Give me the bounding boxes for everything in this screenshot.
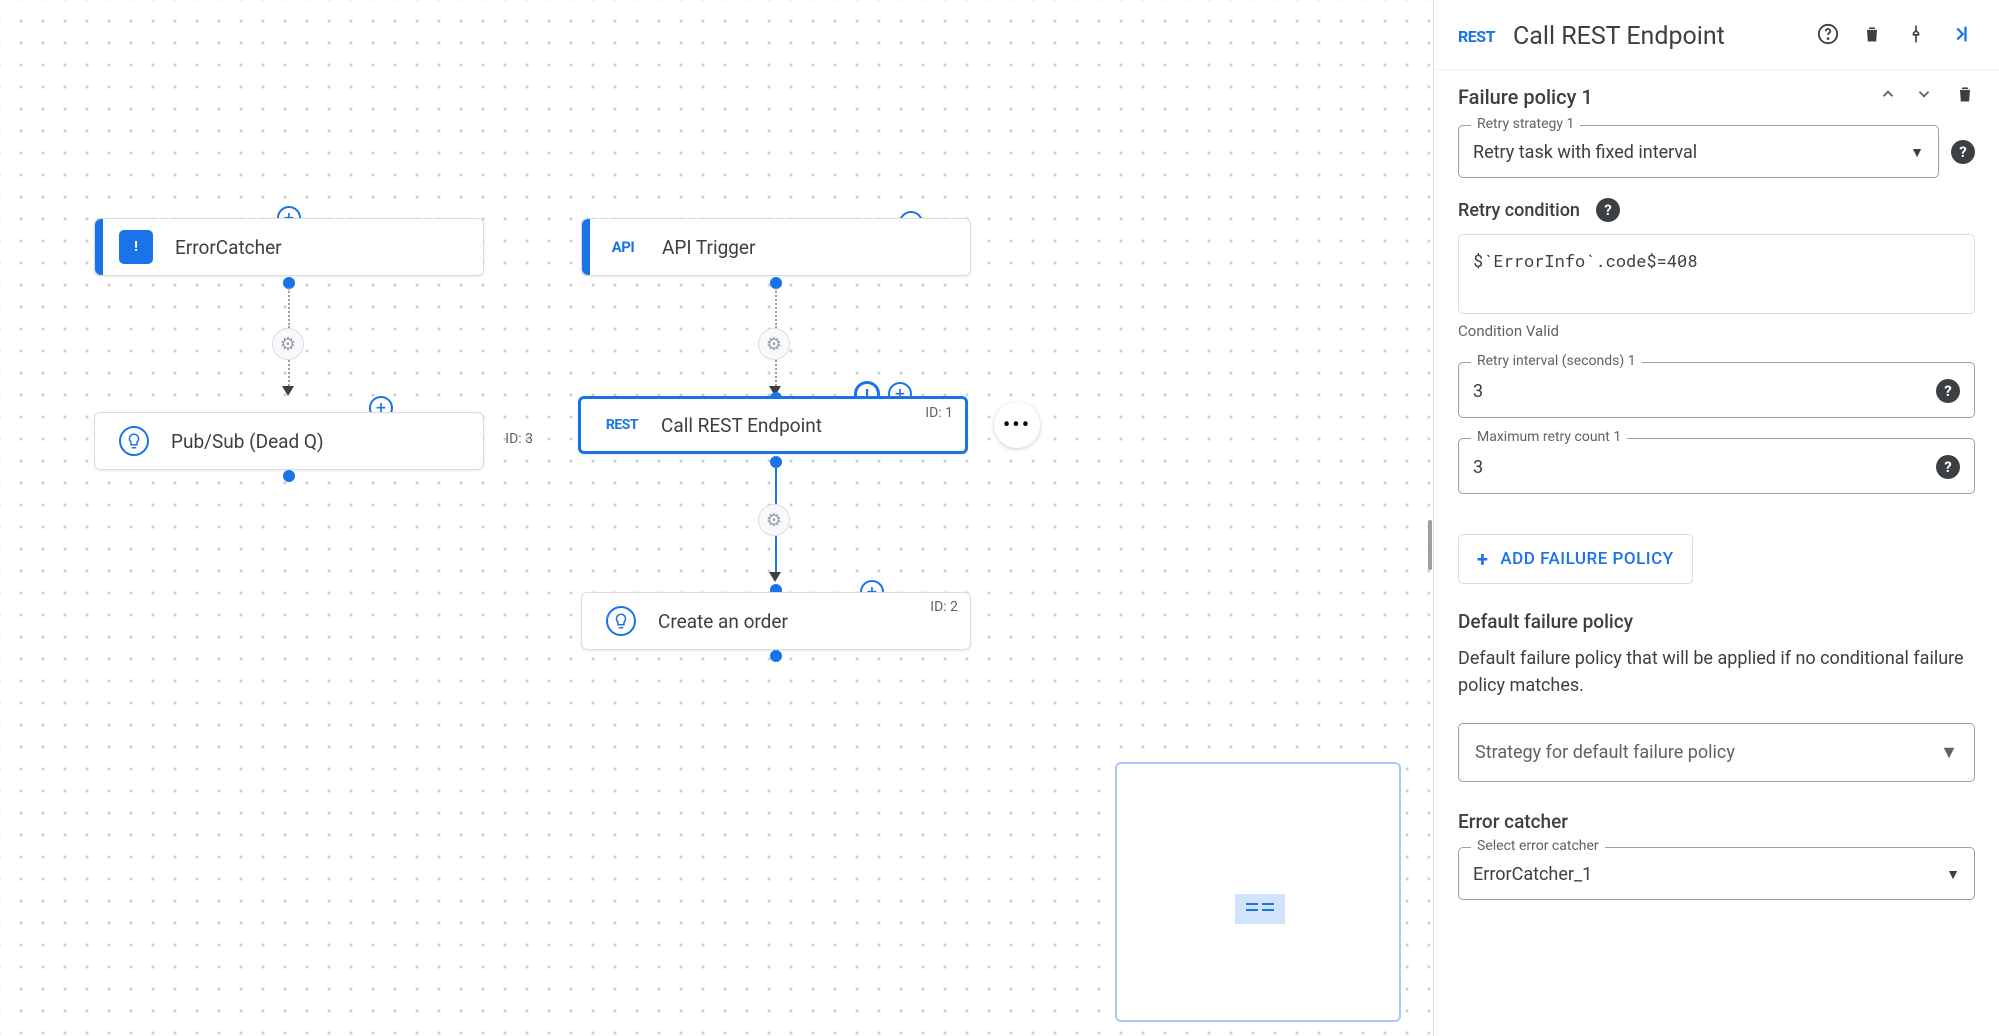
node-label: API Trigger (662, 236, 755, 259)
field-value: 3 (1473, 381, 1936, 402)
minimap[interactable] (1115, 762, 1401, 1022)
arrowhead-icon (282, 386, 294, 396)
node-errorcatcher[interactable]: ! ErrorCatcher (94, 218, 484, 276)
connector-line (775, 536, 777, 572)
retry-strategy-select[interactable]: Retry strategy 1 Retry task with fixed i… (1458, 125, 1939, 178)
help-icon[interactable] (1813, 23, 1843, 50)
field-value: ErrorCatcher_1 (1473, 864, 1946, 885)
node-label: Create an order (658, 610, 788, 633)
error-icon: ! (119, 230, 153, 264)
help-icon[interactable]: ? (1936, 455, 1960, 479)
add-failure-policy-button[interactable]: + ADD FAILURE POLICY (1458, 534, 1693, 584)
connector-line (288, 360, 290, 386)
rest-icon: REST (605, 408, 639, 442)
plus-icon: + (1477, 547, 1488, 571)
panel-header: REST Call REST Endpoint (1434, 0, 1999, 70)
dropdown-icon: ▼ (1910, 144, 1924, 161)
default-policy-heading: Default failure policy (1458, 610, 1975, 633)
delete-icon[interactable] (1857, 24, 1887, 49)
edge-settings-icon[interactable]: ⚙ (758, 328, 790, 360)
collapse-icon[interactable] (1945, 23, 1975, 50)
help-icon[interactable]: ? (1596, 198, 1620, 222)
node-id: ID: 3 (505, 431, 533, 447)
retry-interval-input[interactable]: Retry interval (seconds) 1 3 ? (1458, 362, 1975, 418)
flow-canvas[interactable]: + ! ErrorCatcher ⚙ + Pub/Sub (Dead Q) ID… (0, 0, 1430, 1036)
api-icon: API (606, 230, 640, 264)
field-label: Maximum retry count 1 (1471, 429, 1627, 445)
lightbulb-icon (119, 426, 149, 456)
rest-badge: REST (1458, 27, 1495, 46)
panel-body: Failure policy 1 Retry strategy 1 Retry … (1434, 70, 1999, 934)
move-up-icon[interactable] (1879, 85, 1897, 108)
retry-condition-label: Retry condition ? (1458, 198, 1975, 222)
connector-line (775, 466, 777, 504)
connector-dot (770, 650, 782, 662)
help-icon[interactable]: ? (1936, 379, 1960, 403)
condition-hint: Condition Valid (1458, 322, 1975, 340)
max-retry-input[interactable]: Maximum retry count 1 3 ? (1458, 438, 1975, 494)
default-policy-desc: Default failure policy that will be appl… (1458, 645, 1975, 699)
node-createorder[interactable]: Create an order ID: 2 (581, 592, 971, 650)
minimap-icon (1235, 894, 1285, 924)
failure-policy-header: Failure policy 1 (1458, 84, 1975, 109)
node-apitrigger[interactable]: API API Trigger (581, 218, 971, 276)
connector-dot (283, 470, 295, 482)
node-label: Pub/Sub (Dead Q) (171, 430, 324, 453)
select-placeholder: Strategy for default failure policy (1475, 742, 1940, 763)
pin-icon[interactable] (1901, 24, 1931, 49)
field-value: 3 (1473, 457, 1936, 478)
connector-line (288, 288, 290, 328)
retry-condition-input[interactable]: $`ErrorInfo`.code$=408 (1458, 234, 1975, 314)
arrowhead-icon (769, 572, 781, 582)
more-button[interactable]: ••• (994, 402, 1040, 448)
connector-line (775, 288, 777, 328)
field-value: Retry task with fixed interval (1473, 142, 1910, 163)
node-label: ErrorCatcher (175, 236, 282, 259)
node-id: ID: 1 (925, 405, 953, 421)
node-id: ID: 2 (930, 599, 958, 615)
edge-settings-icon[interactable]: ⚙ (272, 328, 304, 360)
side-panel: REST Call REST Endpoint Failure policy 1 (1433, 0, 1999, 1036)
field-label: Select error catcher (1471, 838, 1605, 854)
connector-line (775, 360, 777, 386)
field-label: Retry interval (seconds) 1 (1471, 353, 1642, 369)
lightbulb-icon (606, 606, 636, 636)
field-label: Retry strategy 1 (1471, 116, 1580, 132)
default-strategy-select[interactable]: Strategy for default failure policy ▼ (1458, 723, 1975, 782)
help-icon[interactable]: ? (1951, 140, 1975, 164)
resize-handle[interactable] (1428, 520, 1432, 570)
node-pubsub[interactable]: Pub/Sub (Dead Q) ID: 3 (94, 412, 484, 470)
dropdown-icon: ▼ (1946, 866, 1960, 883)
node-label: Call REST Endpoint (661, 414, 822, 437)
node-callrest[interactable]: REST Call REST Endpoint ID: 1 (578, 396, 968, 454)
move-down-icon[interactable] (1915, 85, 1933, 108)
error-catcher-select[interactable]: Select error catcher ErrorCatcher_1 ▼ (1458, 847, 1975, 900)
section-title: Failure policy 1 (1458, 85, 1861, 109)
error-catcher-heading: Error catcher (1458, 810, 1975, 833)
panel-title: Call REST Endpoint (1513, 22, 1799, 51)
edge-settings-icon[interactable]: ⚙ (758, 504, 790, 536)
dropdown-icon: ▼ (1940, 742, 1958, 763)
delete-policy-icon[interactable] (1955, 84, 1975, 109)
